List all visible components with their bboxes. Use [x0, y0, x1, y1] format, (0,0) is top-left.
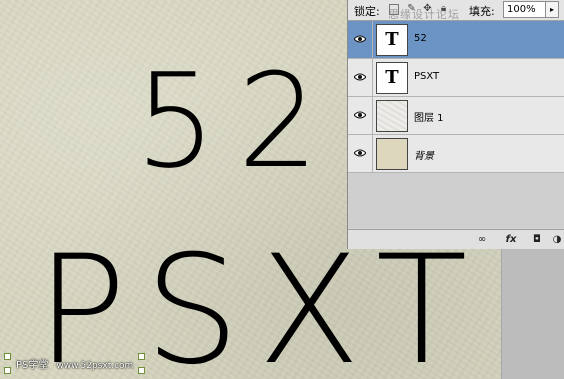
visibility-toggle[interactable]	[348, 59, 373, 96]
adjustment-layer-icon[interactable]: ◑	[550, 233, 564, 246]
eye-icon	[354, 111, 366, 119]
layer-row-52[interactable]: T 52	[348, 21, 564, 59]
text-layer-thumbnail: T	[376, 24, 408, 56]
layers-list-empty-area	[348, 173, 564, 228]
layer-row-background[interactable]: 背景	[348, 135, 564, 173]
layers-panel-options-bar: 锁定: ✎ ✥ 🔒︎ 思缘设计论坛 填充: 100% ▸	[348, 0, 564, 21]
layer-row-layer-1[interactable]: 图层 1	[348, 97, 564, 135]
eye-icon	[354, 73, 366, 81]
eye-icon	[354, 35, 366, 43]
layer-row-psxt[interactable]: T PSXT	[348, 59, 564, 97]
visibility-toggle[interactable]	[348, 97, 373, 134]
layers-panel-footer: ∞ fx ◘ ◑	[348, 229, 564, 249]
layer-name[interactable]: PSXT	[414, 71, 439, 82]
layer-name[interactable]: 背景	[414, 147, 434, 162]
watermark-site: www.52psxt.com	[56, 361, 134, 371]
layers-list: T 52 T PSXT 图层 1 背景	[348, 21, 564, 173]
add-mask-icon[interactable]: ◘	[530, 233, 544, 246]
watermark-brand: PS学堂	[16, 360, 49, 371]
fill-dropdown-arrow-icon[interactable]: ▸	[545, 1, 559, 18]
watermark: PS学堂 www.52psxt.com	[4, 353, 145, 374]
visibility-toggle[interactable]	[348, 135, 373, 172]
visibility-toggle[interactable]	[348, 21, 373, 58]
fx-button[interactable]: fx	[502, 233, 520, 246]
watermark-corner	[4, 367, 11, 374]
watermark-text: PS学堂 www.52psxt.com	[16, 356, 133, 371]
link-layers-icon[interactable]: ∞	[474, 233, 490, 246]
eye-icon	[354, 149, 366, 157]
layer-name[interactable]: 图层 1	[414, 109, 444, 124]
layer-name[interactable]: 52	[414, 33, 427, 44]
canvas-text-52: 52	[135, 45, 341, 197]
fill-input[interactable]: 100%	[503, 1, 546, 18]
layers-panel: 锁定: ✎ ✥ 🔒︎ 思缘设计论坛 填充: 100% ▸ T 52 T PSXT	[347, 0, 564, 249]
background-layer-thumbnail	[376, 138, 408, 170]
fill-label: 填充:	[469, 5, 495, 18]
text-layer-thumbnail: T	[376, 62, 408, 94]
watermark-corner	[138, 367, 145, 374]
watermark-corner	[138, 353, 145, 360]
forum-watermark: 思缘设计论坛	[388, 8, 460, 21]
paper-layer-thumbnail	[376, 100, 408, 132]
watermark-corner	[4, 353, 11, 360]
lock-label: 锁定:	[354, 5, 380, 18]
